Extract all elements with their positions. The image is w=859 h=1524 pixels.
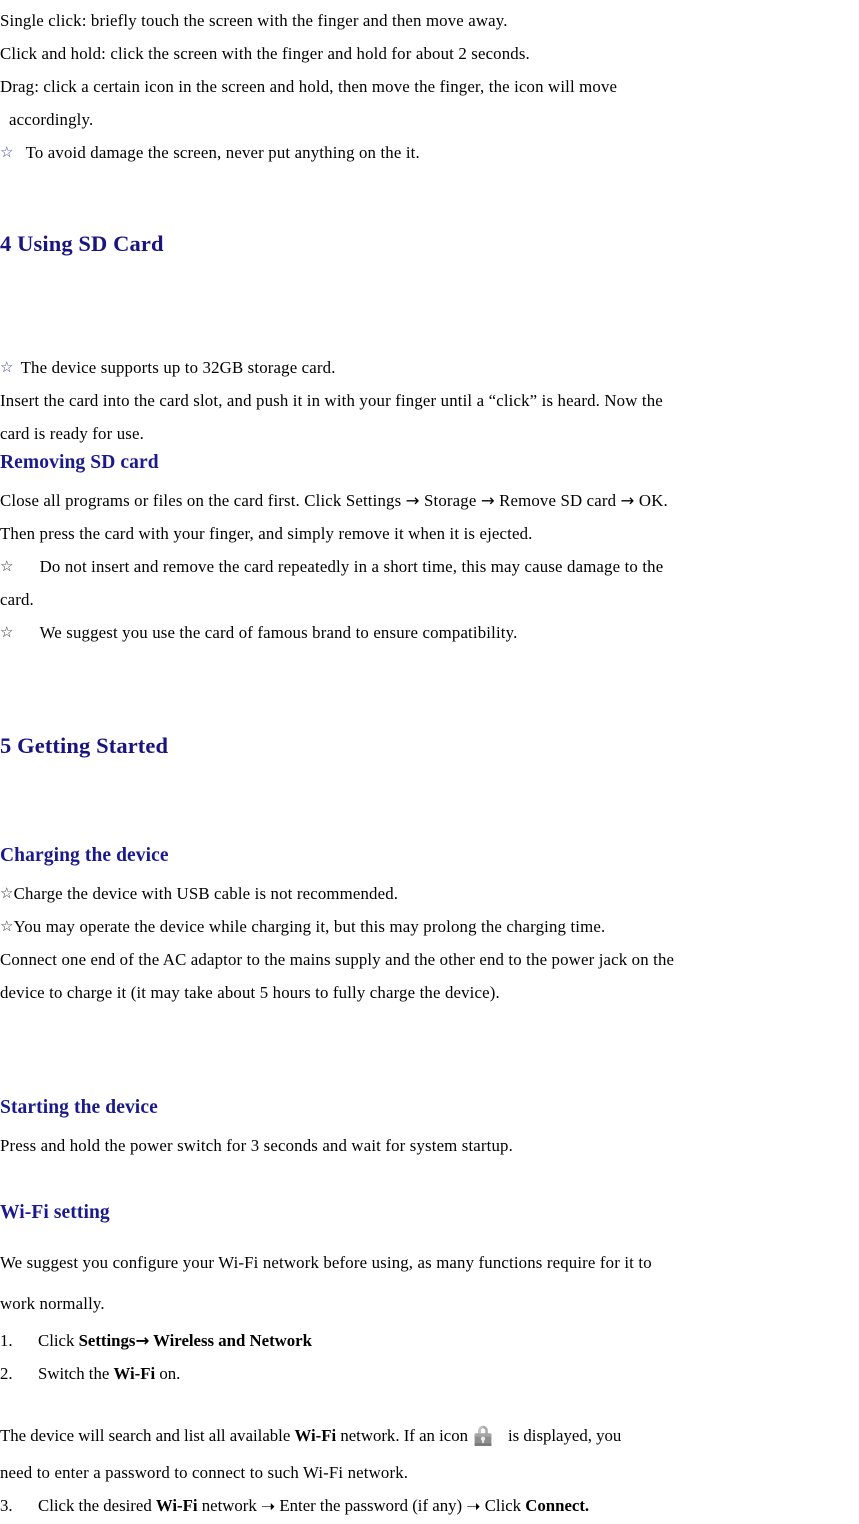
wifi-step-2-text-before: Switch the — [38, 1364, 114, 1383]
star-icon: ☆ — [0, 884, 14, 902]
instruction-drag-line2: accordingly. — [9, 110, 94, 129]
subheading-wifi-setting: Wi-Fi setting — [0, 1202, 110, 1223]
wifi-step-2-bold-wifi: Wi-Fi — [113, 1364, 156, 1383]
spacer-after-removing-heading — [0, 476, 859, 484]
sd-caution-2-text: We suggest you use the card of famous br… — [39, 623, 518, 642]
right-arrow-icon: ➝ — [466, 1497, 481, 1517]
wifi-icon-paragraph: The device will search and list all avai… — [0, 1416, 859, 1456]
wifi-step-1: 1. Click Settings→ Wireless and Network — [0, 1324, 859, 1357]
spacer-before-section4 — [0, 169, 859, 229]
wifi-step-1-bold-settings: Settings — [78, 1331, 136, 1350]
spacer-before-section5-b — [0, 709, 859, 731]
wifi-step-3-bold-connect: Connect. — [525, 1496, 590, 1515]
spacer-after-section5-heading-b — [0, 821, 859, 843]
section-heading-getting-started: 5 Getting Started — [0, 733, 169, 758]
star-icon: ☆ — [0, 623, 14, 641]
star-icon: ☆ — [0, 557, 14, 575]
wifi-step-1-bold-wireless: Wireless and Network — [149, 1331, 312, 1350]
wifi-step-3-text-d: Click — [480, 1496, 526, 1515]
sd-caution-2: ☆ We suggest you use the card of famous b… — [0, 616, 859, 649]
sd-insert-line2: card is ready for use. — [0, 424, 144, 443]
subheading-starting-the-device: Starting the device — [0, 1097, 158, 1118]
charging-note-1: ☆Charge the device with USB cable is not… — [0, 877, 859, 910]
spacer-after-section5-heading — [0, 761, 859, 821]
wifi-intro-line2: work normally. — [0, 1294, 105, 1313]
sd-capacity-note: ☆ The device supports up to 32GB storage … — [0, 351, 859, 384]
right-arrow-icon: → — [480, 491, 495, 510]
wifi-step-3-text-a: Click the desired — [38, 1496, 156, 1515]
right-arrow-icon: → — [405, 491, 420, 510]
wifi-icon-paragraph-line2: need to enter a password to connect to s… — [0, 1463, 409, 1482]
wifi-step-2-number: 2. — [0, 1364, 13, 1383]
sd-removing-text-c: Remove SD card — [494, 491, 621, 510]
charging-instruction-line1: Connect one end of the AC adaptor to the… — [0, 950, 675, 969]
star-icon: ☆ — [0, 917, 14, 935]
spacer-before-icon-para — [0, 1390, 859, 1416]
manual-page: Single click: briefly touch the screen w… — [0, 0, 859, 1517]
spacer-before-starting — [0, 1009, 859, 1069]
right-arrow-icon: → — [620, 491, 635, 510]
instruction-click-and-hold: Click and hold: click the screen with th… — [0, 44, 530, 63]
sd-insert-line1: Insert the card into the card slot, and … — [0, 391, 663, 410]
starting-instruction: Press and hold the power switch for 3 se… — [0, 1136, 513, 1155]
charging-note-2: ☆You may operate the device while chargi… — [0, 910, 859, 943]
sd-caution-1-line1: ☆ Do not insert and remove the card repea… — [0, 550, 859, 583]
sd-capacity-note-text: The device supports up to 32GB storage c… — [20, 358, 336, 377]
section-heading-using-sd-card: 4 Using SD Card — [0, 231, 164, 256]
instruction-screen-warning-text: To avoid damage the screen, never put an… — [25, 143, 420, 162]
right-arrow-icon: → — [135, 1331, 150, 1350]
star-icon: ☆ — [0, 143, 14, 161]
sd-removing-text-b: Storage — [419, 491, 481, 510]
instruction-single-click: Single click: briefly touch the screen w… — [0, 11, 508, 30]
wifi-step-3-text-c: Enter the password (if any) — [275, 1496, 467, 1515]
spacer-after-section4-heading-2 — [0, 325, 859, 351]
charging-note-1-text: Charge the device with USB cable is not … — [13, 884, 399, 903]
sd-removing-line1: Close all programs or files on the card … — [0, 484, 859, 517]
spacer-before-wifi — [0, 1162, 859, 1200]
wifi-step-2-text-after: on. — [155, 1364, 181, 1383]
wifi-step-3: 3. Click the desired Wi-Fi network ➝ Ente… — [0, 1489, 859, 1524]
instruction-screen-warning: ☆ To avoid damage the screen, never put a… — [0, 136, 859, 169]
spacer-after-charging-heading — [0, 869, 859, 877]
spacer-before-starting-b — [0, 1069, 859, 1095]
spacer-after-section4-heading — [0, 259, 859, 325]
sd-caution-1-text: Do not insert and remove the card repeat… — [39, 557, 664, 576]
wifi-step-3-text-b: network — [197, 1496, 261, 1515]
subheading-removing-sd-card: Removing SD card — [0, 452, 159, 473]
spacer-after-wifi-heading — [0, 1226, 859, 1242]
instruction-drag-line1: Drag: click a certain icon in the screen… — [0, 77, 618, 96]
wifi-steps-list: 1. Click Settings→ Wireless and Network 2… — [0, 1324, 859, 1390]
sd-removing-line2: Then press the card with your finger, an… — [0, 524, 533, 543]
spacer-after-starting-heading — [0, 1121, 859, 1129]
wifi-step-1-text-before: Click — [38, 1331, 79, 1350]
lock-icon — [472, 1423, 494, 1447]
wifi-step-3-number: 3. — [0, 1496, 13, 1515]
star-icon: ☆ — [0, 358, 14, 376]
wifi-step-2: 2. Switch the Wi-Fi on. — [0, 1357, 859, 1390]
sd-removing-text-d: OK. — [634, 491, 668, 510]
sd-caution-1-line2: card. — [0, 590, 34, 609]
wifi-step-1-number: 1. — [0, 1331, 13, 1350]
charging-instruction-line2: device to charge it (it may take about 5… — [0, 983, 500, 1002]
sd-removing-text-a: Close all programs or files on the card … — [0, 491, 406, 510]
spacer-before-section5 — [0, 649, 859, 709]
wifi-step-3-bold-wifi: Wi-Fi — [155, 1496, 198, 1515]
charging-note-2-text: You may operate the device while chargin… — [13, 917, 606, 936]
right-arrow-icon: ➝ — [260, 1497, 276, 1517]
subheading-charging-the-device: Charging the device — [0, 845, 169, 866]
wifi-intro-line1: We suggest you configure your Wi-Fi netw… — [0, 1253, 652, 1272]
